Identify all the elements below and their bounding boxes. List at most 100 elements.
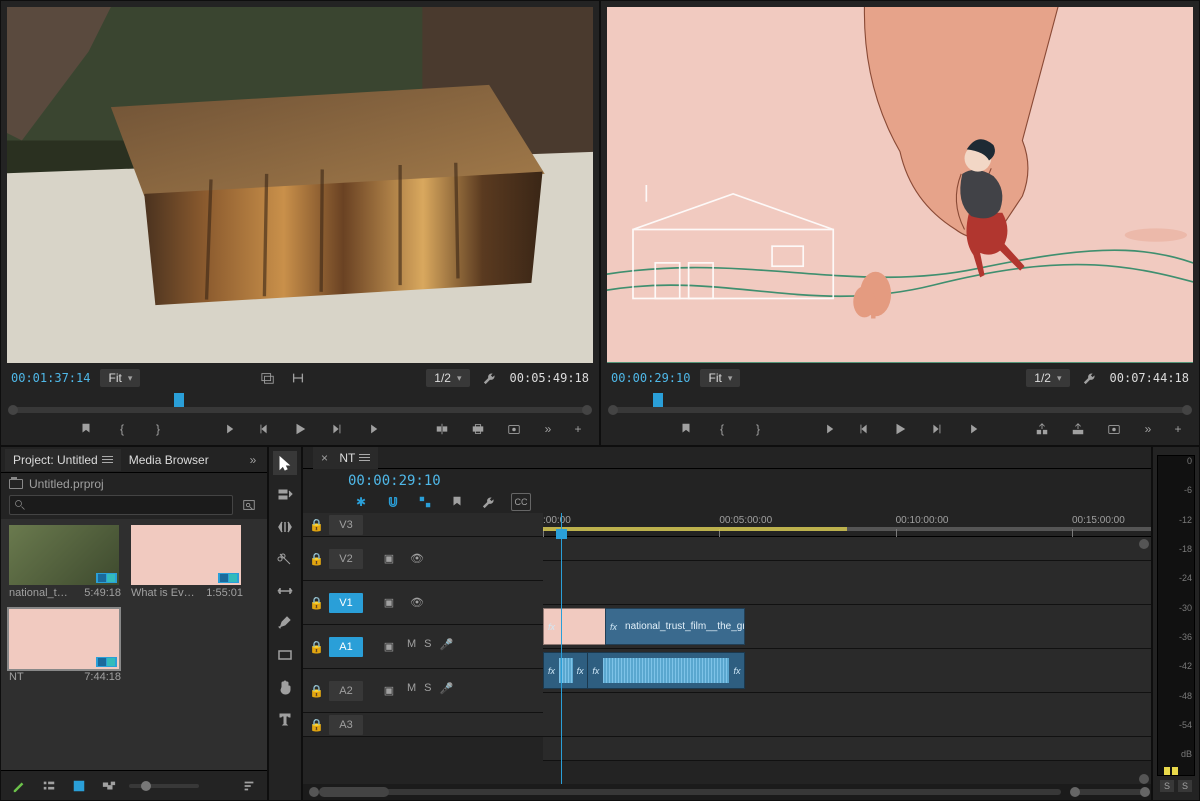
go-out-icon[interactable] xyxy=(361,418,383,440)
lift-icon[interactable] xyxy=(1031,418,1053,440)
plus-icon[interactable]: + xyxy=(1167,418,1189,440)
audio-clip[interactable]: fxfx xyxy=(587,652,745,689)
timeline-timecode[interactable]: 00:00:29:10 xyxy=(303,469,1151,489)
voice-icon[interactable]: 🎤 xyxy=(440,682,454,700)
track-a3-header[interactable]: 🔒A3 xyxy=(303,713,543,737)
lock-icon[interactable]: 🔒 xyxy=(309,518,321,532)
audio-meter[interactable]: 0-6-12-18-24-30-36-42-48-54dB xyxy=(1157,455,1195,776)
source-playhead[interactable] xyxy=(174,393,184,407)
track-area[interactable]: :00:0000:05:00:0000:10:00:0000:15:00:00 … xyxy=(543,513,1151,784)
source-patch-icon[interactable]: ▣ xyxy=(379,550,399,568)
program-preview[interactable] xyxy=(607,7,1193,363)
find-icon[interactable] xyxy=(239,496,259,514)
audio-clip[interactable]: fxfx xyxy=(543,652,589,689)
lock-icon[interactable]: 🔒 xyxy=(309,718,321,732)
track-v2-header[interactable]: 🔒V2 ▣👁 xyxy=(303,537,543,581)
track-a3[interactable] xyxy=(543,737,1151,761)
wrench-icon[interactable] xyxy=(1080,369,1100,387)
hscroll-thumb[interactable] xyxy=(319,787,389,797)
play-icon[interactable] xyxy=(289,418,311,440)
vertical-scroll[interactable] xyxy=(1139,539,1149,784)
more-icon[interactable]: » xyxy=(243,451,263,469)
wrench-icon[interactable] xyxy=(479,493,499,511)
ripple-edit-icon[interactable] xyxy=(273,515,297,539)
search-input[interactable] xyxy=(9,495,233,515)
wrench-icon[interactable] xyxy=(480,369,500,387)
source-ruler[interactable] xyxy=(13,393,587,413)
thumb-size-slider[interactable] xyxy=(129,784,199,788)
eye-icon[interactable]: 👁 xyxy=(407,550,427,568)
source-patch-icon[interactable]: ▣ xyxy=(379,594,399,612)
bin-item[interactable]: NT7:44:18 xyxy=(9,609,121,683)
zoom-out-handle[interactable] xyxy=(309,787,319,797)
solo-button[interactable]: S xyxy=(424,682,431,700)
step-fwd-icon[interactable] xyxy=(925,418,947,440)
safe-margins-icon[interactable] xyxy=(258,369,278,387)
track-a1[interactable]: fxfxfxfx xyxy=(543,649,1151,693)
out-bracket-icon[interactable]: } xyxy=(747,418,769,440)
export-frame-icon[interactable] xyxy=(1103,418,1125,440)
linked-selection-icon[interactable] xyxy=(415,493,435,511)
source-fit-dropdown[interactable]: Fit▾ xyxy=(100,369,140,387)
track-a2-header[interactable]: 🔒A2 ▣MS🎤 xyxy=(303,669,543,713)
hamburger-icon[interactable] xyxy=(102,456,113,464)
source-preview[interactable] xyxy=(7,7,593,363)
play-icon[interactable] xyxy=(889,418,911,440)
tab-sequence[interactable]: × NT xyxy=(313,447,378,469)
lock-icon[interactable]: 🔒 xyxy=(309,684,321,698)
icon-view-icon[interactable] xyxy=(69,777,89,795)
source-patch-icon[interactable]: ▣ xyxy=(379,638,399,656)
breadcrumb[interactable]: Untitled.prproj xyxy=(9,477,259,491)
source-res-dropdown[interactable]: 1/2▾ xyxy=(426,369,469,387)
solo-left[interactable]: S xyxy=(1160,780,1174,792)
new-item-icon[interactable] xyxy=(9,777,29,795)
marker-icon[interactable] xyxy=(447,493,467,511)
in-out-icon[interactable] xyxy=(288,369,308,387)
source-patch-icon[interactable]: ▣ xyxy=(379,682,399,700)
eye-icon[interactable]: 👁 xyxy=(407,594,427,612)
go-in-icon[interactable] xyxy=(217,418,239,440)
program-ruler[interactable] xyxy=(613,393,1187,413)
tab-media-browser[interactable]: Media Browser xyxy=(121,449,217,471)
marker-icon[interactable] xyxy=(75,418,97,440)
mute-button[interactable]: M xyxy=(407,682,416,700)
solo-button[interactable]: S xyxy=(424,638,431,656)
more-icon[interactable]: » xyxy=(537,418,559,440)
export-frame-icon[interactable] xyxy=(503,418,525,440)
bin-item[interactable]: national_t…5:49:18 xyxy=(9,525,121,599)
program-timecode[interactable]: 00:00:29:10 xyxy=(611,372,690,384)
lock-icon[interactable]: 🔒 xyxy=(309,596,321,610)
tab-project[interactable]: Project: Untitled xyxy=(5,449,121,471)
in-bracket-icon[interactable]: { xyxy=(111,418,133,440)
rectangle-tool-icon[interactable] xyxy=(273,643,297,667)
track-v3-header[interactable]: 🔒V3 xyxy=(303,513,543,537)
mute-button[interactable]: M xyxy=(407,638,416,656)
overwrite-icon[interactable] xyxy=(467,418,489,440)
marker-icon[interactable] xyxy=(675,418,697,440)
source-timecode[interactable]: 00:01:37:14 xyxy=(11,372,90,384)
bin-item[interactable]: What is Ev…1:55:01 xyxy=(131,525,243,599)
sort-icon[interactable] xyxy=(239,777,259,795)
nest-icon[interactable]: ✱ xyxy=(351,493,371,511)
razor-tool-icon[interactable] xyxy=(273,547,297,571)
lock-icon[interactable]: 🔒 xyxy=(309,552,321,566)
program-fit-dropdown[interactable]: Fit▾ xyxy=(700,369,740,387)
more-icon[interactable]: » xyxy=(1137,418,1159,440)
track-v2[interactable] xyxy=(543,561,1151,605)
plus-icon[interactable]: + xyxy=(567,418,589,440)
caption-icon[interactable]: CC xyxy=(511,493,531,511)
lock-icon[interactable]: 🔒 xyxy=(309,640,321,654)
step-back-icon[interactable] xyxy=(853,418,875,440)
track-v3[interactable] xyxy=(543,537,1151,561)
insert-icon[interactable] xyxy=(431,418,453,440)
program-playhead[interactable] xyxy=(653,393,663,407)
type-tool-icon[interactable] xyxy=(273,707,297,731)
go-in-icon[interactable] xyxy=(817,418,839,440)
go-out-icon[interactable] xyxy=(961,418,983,440)
step-back-icon[interactable] xyxy=(253,418,275,440)
hand-tool-icon[interactable] xyxy=(273,675,297,699)
in-out-range[interactable] xyxy=(543,527,847,531)
track-v1[interactable]: fxfxnational_trust_film__the_gr…fx xyxy=(543,605,1151,649)
time-ruler[interactable]: :00:0000:05:00:0000:10:00:0000:15:00:00 xyxy=(543,513,1151,537)
track-a1-header[interactable]: 🔒A1 ▣MS🎤 xyxy=(303,625,543,669)
